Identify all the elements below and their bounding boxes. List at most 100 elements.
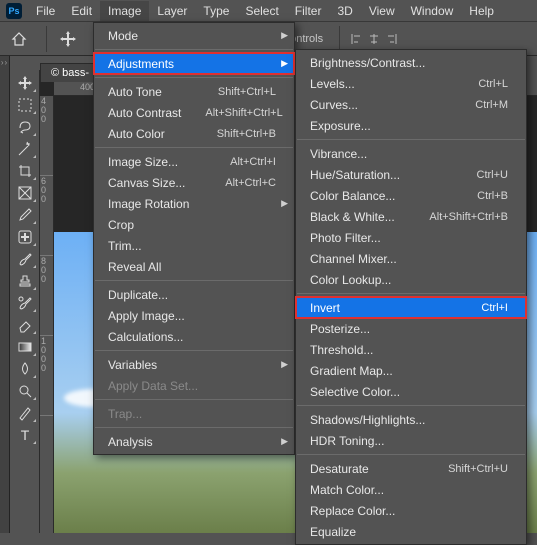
image-menu-divider xyxy=(95,49,293,50)
adjust-menu-hdr-toning[interactable]: HDR Toning... xyxy=(296,430,526,451)
menubar-item-select[interactable]: Select xyxy=(237,1,286,21)
adjust-menu-brightness-contrast[interactable]: Brightness/Contrast... xyxy=(296,52,526,73)
menu-item-label: Threshold... xyxy=(310,343,373,357)
adjustments-submenu: Brightness/Contrast...Levels...Ctrl+LCur… xyxy=(295,49,527,545)
tool-eyedropper[interactable] xyxy=(12,204,38,226)
image-menu-auto-contrast[interactable]: Auto Contrast Alt+Shift+Ctrl+L xyxy=(94,102,294,123)
tool-crop[interactable] xyxy=(12,160,38,182)
image-menu-divider xyxy=(95,77,293,78)
tool-marquee[interactable] xyxy=(12,94,38,116)
image-menu-mode[interactable]: Mode▶ xyxy=(94,25,294,46)
tool-healing[interactable] xyxy=(12,226,38,248)
menu-item-label: Invert xyxy=(310,301,340,315)
menubar-item-help[interactable]: Help xyxy=(461,1,502,21)
menubar-item-edit[interactable]: Edit xyxy=(63,1,100,21)
image-menu-canvas-size[interactable]: Canvas Size...Alt+Ctrl+C xyxy=(94,172,294,193)
adjust-menu-posterize[interactable]: Posterize... xyxy=(296,318,526,339)
adjust-menu-hue-saturation[interactable]: Hue/Saturation...Ctrl+U xyxy=(296,164,526,185)
menu-item-label: Auto Contrast xyxy=(108,106,181,120)
menu-item-label: Gradient Map... xyxy=(310,364,393,378)
image-menu-apply-image[interactable]: Apply Image... xyxy=(94,305,294,326)
menu-item-shortcut: Alt+Shift+Ctrl+L xyxy=(205,107,282,119)
menu-item-shortcut: Shift+Ctrl+L xyxy=(218,86,276,98)
image-menu-variables[interactable]: Variables▶ xyxy=(94,354,294,375)
image-menu-image-rotation[interactable]: Image Rotation▶ xyxy=(94,193,294,214)
image-menu-calculations[interactable]: Calculations... xyxy=(94,326,294,347)
tool-frame[interactable] xyxy=(12,182,38,204)
adjust-menu-divider xyxy=(297,293,525,294)
menu-item-label: Canvas Size... xyxy=(108,176,185,190)
align-icons[interactable] xyxy=(350,32,402,46)
adjust-menu-color-balance[interactable]: Color Balance...Ctrl+B xyxy=(296,185,526,206)
menu-item-label: Channel Mixer... xyxy=(310,252,397,266)
image-menu-adjustments[interactable]: Adjustments▶ xyxy=(94,53,294,74)
menubar-item-layer[interactable]: Layer xyxy=(149,1,195,21)
adjust-menu-black-white[interactable]: Black & White...Alt+Shift+Ctrl+B xyxy=(296,206,526,227)
document-tab[interactable]: © bass- xyxy=(40,63,100,82)
adjust-menu-invert[interactable]: InvertCtrl+I xyxy=(296,297,526,318)
adjust-menu-color-lookup[interactable]: Color Lookup... xyxy=(296,269,526,290)
adjust-menu-photo-filter[interactable]: Photo Filter... xyxy=(296,227,526,248)
adjust-menu-gradient-map[interactable]: Gradient Map... xyxy=(296,360,526,381)
home-icon[interactable] xyxy=(8,28,30,50)
move-tool-icon[interactable] xyxy=(57,28,79,50)
tool-type[interactable]: T xyxy=(12,424,38,446)
tool-eraser[interactable] xyxy=(12,314,38,336)
menu-item-label: Reveal All xyxy=(108,260,161,274)
image-menu-apply-data-set: Apply Data Set... xyxy=(94,375,294,396)
adjust-menu-desaturate[interactable]: DesaturateShift+Ctrl+U xyxy=(296,458,526,479)
svg-text:T: T xyxy=(20,427,29,443)
image-menu-auto-tone[interactable]: Auto Tone Shift+Ctrl+L xyxy=(94,81,294,102)
tool-dodge[interactable] xyxy=(12,380,38,402)
adjust-menu-selective-color[interactable]: Selective Color... xyxy=(296,381,526,402)
tool-blur[interactable] xyxy=(12,358,38,380)
submenu-arrow-icon: ▶ xyxy=(281,359,288,370)
adjust-menu-replace-color[interactable]: Replace Color... xyxy=(296,500,526,521)
menubar-item-image[interactable]: Image xyxy=(100,1,149,21)
tool-gradient[interactable] xyxy=(12,336,38,358)
menu-item-label: Auto Color xyxy=(108,127,165,141)
menu-item-label: Black & White... xyxy=(310,210,395,224)
adjust-menu-match-color[interactable]: Match Color... xyxy=(296,479,526,500)
menu-item-label: Crop xyxy=(108,218,134,232)
menubar-item-filter[interactable]: Filter xyxy=(287,1,330,21)
tool-lasso[interactable] xyxy=(12,116,38,138)
adjust-menu-channel-mixer[interactable]: Channel Mixer... xyxy=(296,248,526,269)
adjust-menu-vibrance[interactable]: Vibrance... xyxy=(296,143,526,164)
image-menu-image-size[interactable]: Image Size...Alt+Ctrl+I xyxy=(94,151,294,172)
image-menu-divider xyxy=(95,147,293,148)
app-logo-icon: Ps xyxy=(6,3,22,19)
adjust-menu-shadows-highlights[interactable]: Shadows/Highlights... xyxy=(296,409,526,430)
tool-pen[interactable] xyxy=(12,402,38,424)
menubar-item-view[interactable]: View xyxy=(361,1,403,21)
menu-item-shortcut: Shift+Ctrl+U xyxy=(448,463,508,475)
adjust-menu-levels[interactable]: Levels...Ctrl+L xyxy=(296,73,526,94)
image-menu-duplicate[interactable]: Duplicate... xyxy=(94,284,294,305)
adjust-menu-equalize[interactable]: Equalize xyxy=(296,521,526,542)
tool-brush[interactable] xyxy=(12,248,38,270)
menubar-item-window[interactable]: Window xyxy=(403,1,462,21)
adjust-menu-divider xyxy=(297,405,525,406)
adjust-menu-exposure[interactable]: Exposure... xyxy=(296,115,526,136)
tool-history-brush[interactable] xyxy=(12,292,38,314)
menu-item-label: Hue/Saturation... xyxy=(310,168,400,182)
menu-item-shortcut: Ctrl+M xyxy=(475,99,508,111)
image-menu-reveal-all[interactable]: Reveal All xyxy=(94,256,294,277)
menu-item-label: Calculations... xyxy=(108,330,183,344)
menu-item-label: Image Rotation xyxy=(108,197,189,211)
menu-item-label: Auto Tone xyxy=(108,85,162,99)
tool-stamp[interactable] xyxy=(12,270,38,292)
adjust-menu-threshold[interactable]: Threshold... xyxy=(296,339,526,360)
image-menu-analysis[interactable]: Analysis▶ xyxy=(94,431,294,452)
menu-item-label: Match Color... xyxy=(310,483,384,497)
image-menu-trim[interactable]: Trim... xyxy=(94,235,294,256)
menubar-item-file[interactable]: File xyxy=(28,1,63,21)
tool-move[interactable] xyxy=(12,72,38,94)
tool-wand[interactable] xyxy=(12,138,38,160)
image-menu-auto-color[interactable]: Auto ColorShift+Ctrl+B xyxy=(94,123,294,144)
panel-dock-strip: ›› xyxy=(0,56,10,533)
menubar-item-type[interactable]: Type xyxy=(195,1,237,21)
image-menu-crop[interactable]: Crop xyxy=(94,214,294,235)
adjust-menu-curves[interactable]: Curves...Ctrl+M xyxy=(296,94,526,115)
menubar-item-3d[interactable]: 3D xyxy=(329,1,360,21)
